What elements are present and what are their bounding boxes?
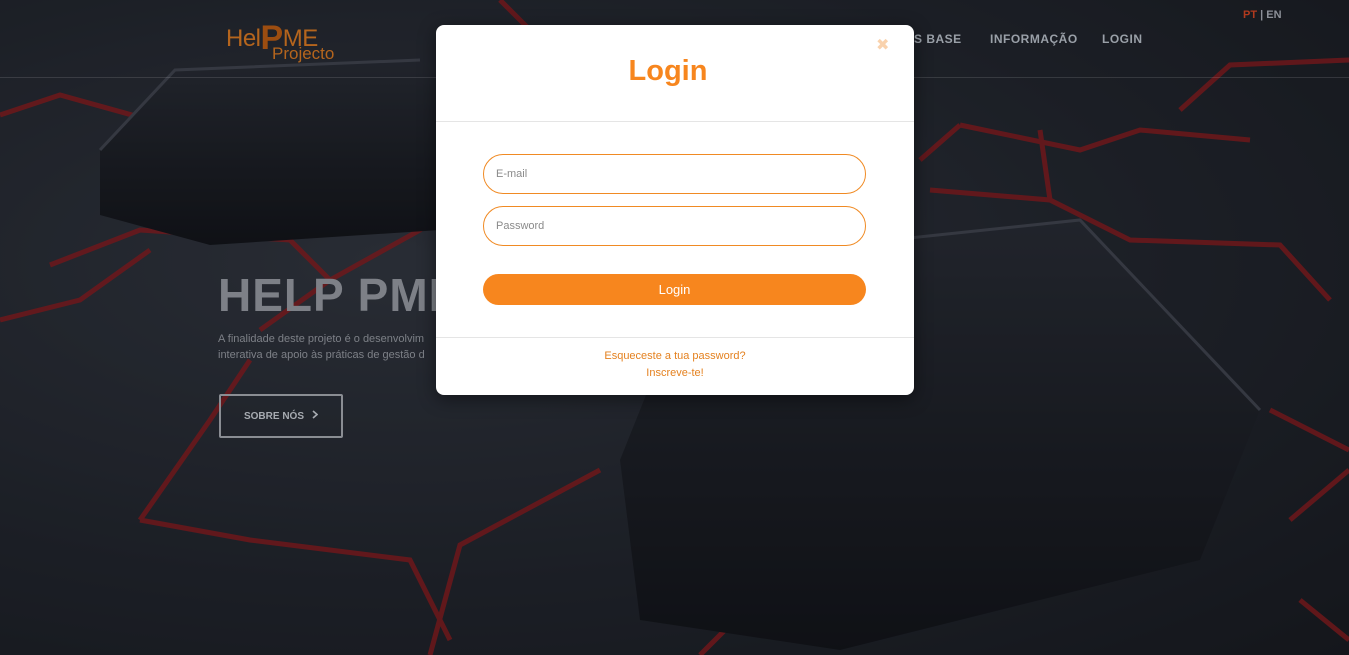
hero-text-line2: interativa de apoio às práticas de gestã… bbox=[218, 349, 425, 361]
register-link[interactable]: Inscreve-te! bbox=[436, 367, 914, 379]
nav-item-login[interactable]: LOGIN bbox=[1102, 32, 1143, 46]
forgot-password-link[interactable]: Esqueceste a tua password? bbox=[436, 350, 914, 362]
close-icon[interactable]: ✖ bbox=[876, 35, 889, 55]
modal-header-divider bbox=[436, 121, 914, 122]
about-us-button[interactable]: SOBRE NÓS bbox=[219, 394, 343, 438]
logo-text-hel: Hel bbox=[226, 25, 261, 52]
chevron-right-icon bbox=[312, 410, 319, 422]
logo-line2: Projecto bbox=[272, 44, 335, 63]
email-field[interactable] bbox=[483, 154, 866, 194]
language-switcher: PT | EN bbox=[1243, 9, 1282, 21]
modal-title: Login bbox=[628, 55, 708, 87]
nav-item-base[interactable]: S BASE bbox=[914, 32, 962, 46]
lang-separator: | bbox=[1260, 9, 1264, 21]
modal-footer-divider bbox=[436, 337, 914, 338]
login-button[interactable]: Login bbox=[483, 274, 866, 305]
login-modal: Login ✖ Login Esqueceste a tua password?… bbox=[436, 25, 914, 395]
lang-pt[interactable]: PT bbox=[1243, 9, 1257, 21]
logo[interactable]: HelPME Projecto bbox=[226, 14, 346, 64]
hero-title: HELP PME bbox=[218, 269, 461, 321]
password-field[interactable] bbox=[483, 206, 866, 246]
nav-item-informacao[interactable]: INFORMAÇÃO bbox=[990, 32, 1078, 46]
lang-en[interactable]: EN bbox=[1266, 9, 1281, 21]
hero-description: A finalidade deste projeto é o desenvolv… bbox=[218, 331, 436, 363]
about-us-label: SOBRE NÓS bbox=[243, 410, 304, 422]
hero-text-line1: A finalidade deste projeto é o desenvolv… bbox=[218, 333, 425, 345]
